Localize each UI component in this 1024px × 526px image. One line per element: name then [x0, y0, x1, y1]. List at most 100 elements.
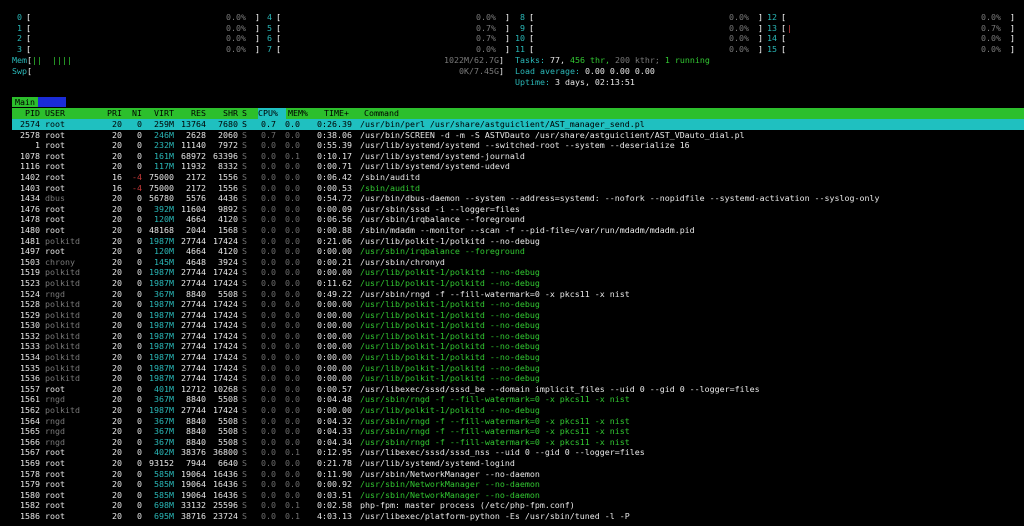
process-row[interactable]: 1524 rngd 20 0 367M 8840 5508 S 0.0 0.0 0:49.22/us… — [12, 289, 1024, 300]
col-command[interactable]: Command — [364, 108, 399, 119]
process-row[interactable]: 1535 polkitd 20 0 1987M 27744 17424 S 0.0 0.0 0:00… — [12, 363, 1024, 374]
mem-percent: 0.1 — [285, 150, 300, 161]
process-row[interactable]: 2578 root 20 0 246M 2628 2060 S 0.7 0.0 0:38.06/us… — [12, 130, 1024, 141]
cpu-percent: 0.0 — [261, 436, 276, 447]
process-row[interactable]: 1116 root 20 0 117M 11932 8332 S 0.0 0.0 0:00.71/u… — [12, 161, 1024, 172]
col-s[interactable]: S — [242, 108, 250, 119]
time: 0:00.92 — [317, 479, 352, 490]
pid: 1530 — [20, 320, 40, 331]
nice: 0 — [137, 426, 142, 437]
process-row[interactable]: 1582 root 20 0 698M 33132 25596 S 0.0 0.1 0:02.58 p… — [12, 500, 1024, 511]
process-row[interactable]: 1476 root 20 0 392M 11604 9892 S 0.0 0.0 0:00.09/u… — [12, 204, 1024, 215]
process-row[interactable]: 1528 polkitd 20 0 1987M 27744 17424 S 0.0 0.0 0:00… — [12, 299, 1024, 310]
process-row[interactable]: 1403 root 16 -4 75000 2172 1556 S 0.0 0.0 0:00.53 /… — [12, 183, 1024, 194]
process-row[interactable]: 1565 rngd 20 0 367M 8840 5508 S 0.0 0.0 0:04.33/us… — [12, 426, 1024, 437]
command: /usr/sbin/irqbalance --foreground — [360, 214, 525, 225]
shr: 17424 — [213, 299, 238, 310]
col-time[interactable]: TIME+ — [324, 108, 354, 119]
cpu-id: 14 — [767, 33, 777, 44]
time: 0:21.78 — [317, 458, 352, 468]
cpu-percent: 0.0% — [729, 12, 749, 22]
cpu-percent: 0.0 — [261, 330, 276, 341]
pid: 1528 — [20, 299, 40, 310]
cpu-bracket-close: ] — [758, 33, 763, 44]
col-pid[interactable]: PID — [12, 108, 40, 119]
nice: 0 — [137, 458, 142, 468]
pid: 1561 — [20, 394, 40, 405]
state: S — [242, 288, 247, 299]
process-row[interactable]: 1533 polkitd 20 0 1987M 27744 17424 S 0.0 0.0 0:00… — [12, 341, 1024, 352]
nice: 0 — [137, 436, 142, 447]
command: /usr/bin/SCREEN -d -m -S ASTVDauto /usr/… — [360, 129, 745, 140]
col-ni[interactable]: NI — [126, 108, 142, 119]
process-row[interactable]: 1478 root 20 0 120M 4664 4120 S 0.0 0.0 0:06.56/us… — [12, 214, 1024, 225]
tab-io[interactable]: I/O — [37, 97, 66, 107]
time: 0:04.48 — [317, 394, 352, 405]
process-row[interactable]: 1078 root 20 0 161M 68972 63396 S 0.0 0.1 0:10.17 /… — [12, 151, 1024, 162]
process-row[interactable]: 1529 polkitd 20 0 1987M 27744 17424 S 0.0 0.0 0:00… — [12, 310, 1024, 321]
col-cpu[interactable]: CPU% — [258, 108, 286, 119]
process-row[interactable]: 1434 dbus 20 0 56780 5576 4436 S 0.0 0.0 0:54.72/u… — [12, 193, 1024, 204]
process-row[interactable]: 1580 root 20 0 585M 19064 16436 S 0.0 0.0 0:03.51 /… — [12, 490, 1024, 501]
virt: 117M — [154, 161, 174, 172]
col-res[interactable]: RES — [176, 108, 206, 119]
process-row[interactable]: 1566 rngd 20 0 367M 8840 5508 S 0.0 0.0 0:04.34/us… — [12, 437, 1024, 448]
process-row[interactable]: 1557 root 20 0 401M 12712 10268 S 0.0 0.0 0:00.57 /… — [12, 384, 1024, 395]
cpu-percent: 0.0 — [261, 415, 276, 426]
process-row[interactable]: 1569 root 20 0 93152 7944 6640 S 0.0 0.0 0:21.78/u… — [12, 458, 1024, 469]
process-row[interactable]: 2574 root 20 0 259M 13764 7680 S 0.7 0.0 0:26.39/u… — [12, 119, 1024, 130]
process-row[interactable]: 1503 chrony 20 0 145M 4648 3924 S 0.0 0.0 0:00.21 /… — [12, 257, 1024, 268]
process-row[interactable]: 1586 root 20 0 695M 38716 23724 S 0.0 0.1 4:03.13 /… — [12, 511, 1024, 522]
process-row[interactable]: 1530 polkitd 20 0 1987M 27744 17424 S 0.0 0.0 0:00… — [12, 320, 1024, 331]
process-row[interactable]: 1562 polkitd 20 0 1987M 27744 17424 S 0.0 0.0 0:00… — [12, 405, 1024, 416]
time: 0:00.88 — [317, 224, 352, 235]
command: /usr/lib/systemd/systemd --switched-root… — [360, 140, 690, 151]
process-row[interactable]: 1532 polkitd 20 0 1987M 27744 17424 S 0.0 0.0 0:00… — [12, 331, 1024, 342]
virt: 56780 — [149, 193, 174, 204]
process-row[interactable]: 1561 rngd 20 0 367M 8840 5508 S 0.0 0.0 0:04.48/us… — [12, 394, 1024, 405]
col-pri[interactable]: PRI — [106, 108, 122, 119]
process-row[interactable]: 1567 root 20 0 402M 38376 36800 S 0.0 0.1 0:12.95 /… — [12, 447, 1024, 458]
process-row[interactable]: 1519 polkitd 20 0 1987M 27744 17424 S 0.0 0.0 0:00… — [12, 267, 1024, 278]
cpu-bracket-close: ] — [505, 12, 510, 22]
cpu-percent: 0.0 — [261, 214, 276, 225]
tab-main[interactable]: Main — [12, 97, 38, 107]
process-row[interactable]: 1564 rngd 20 0 367M 8840 5508 S 0.0 0.0 0:04.32/us… — [12, 416, 1024, 427]
priority: 20 — [112, 140, 122, 151]
process-row[interactable]: 1536 polkitd 20 0 1987M 27744 17424 S 0.0 0.0 0:00… — [12, 373, 1024, 384]
process-row[interactable]: 1480 root 20 0 48168 2044 1568 S 0.0 0.0 0:00.88/s… — [12, 225, 1024, 236]
process-row[interactable]: 1481 polkitd 20 0 1987M 27744 17424 S 0.0 0.0 0:21… — [12, 236, 1024, 247]
cpu-bracket-open: [ — [529, 33, 534, 44]
command: /usr/lib/polkit-1/polkitd --no-debug — [360, 320, 540, 331]
col-mem[interactable]: MEM% — [288, 108, 314, 119]
user: rngd — [45, 415, 65, 426]
process-row[interactable]: 1523 polkitd 20 0 1987M 27744 17424 S 0.0 0.0 0:11… — [12, 278, 1024, 289]
command: /usr/sbin/NetworkManager --no-daemon — [360, 489, 540, 500]
process-row[interactable]: 1 root 20 0 232M 11140 7972 S 0.0 0.0 0:55.39/usr/… — [12, 140, 1024, 151]
time: 0:54.72 — [317, 193, 352, 204]
res: 27744 — [181, 235, 206, 246]
process-row[interactable]: 1534 polkitd 20 0 1987M 27744 17424 S 0.0 0.0 0:00… — [12, 352, 1024, 363]
nice: 0 — [137, 405, 142, 416]
cpu-percent: 0.0% — [729, 43, 749, 54]
process-row[interactable]: 1579 root 20 0 585M 19064 16436 S 0.0 0.0 0:00.92 /… — [12, 479, 1024, 490]
virt: 1987M — [149, 277, 174, 288]
nice: 0 — [137, 352, 142, 363]
process-row[interactable]: 1497 root 20 0 120M 4664 4120 S 0.0 0.0 0:00.00/us… — [12, 246, 1024, 257]
cpu-bracket-open: [ — [781, 33, 786, 44]
col-virt[interactable]: VIRT — [144, 108, 174, 119]
state: S — [242, 436, 247, 447]
cpu-percent: 0.0 — [261, 500, 276, 511]
col-user[interactable]: USER — [45, 108, 105, 119]
pid: 1078 — [20, 150, 40, 161]
cpu-bracket-open: [ — [529, 22, 534, 33]
command: php-fpm: master process (/etc/php-fpm.co… — [360, 500, 575, 511]
time: 0:00.00 — [317, 267, 352, 278]
mem-percent: 0.0 — [285, 161, 300, 172]
process-row[interactable]: 1402 root 16 -4 75000 2172 1556 S 0.0 0.0 0:06.42 /… — [12, 172, 1024, 183]
user: root — [45, 510, 65, 521]
process-row[interactable]: 1578 root 20 0 585M 19064 16436 S 0.0 0.0 0:11.90 /… — [12, 469, 1024, 480]
res: 8840 — [186, 415, 206, 426]
col-shr[interactable]: SHR — [208, 108, 238, 119]
virt: 75000 — [149, 171, 174, 182]
